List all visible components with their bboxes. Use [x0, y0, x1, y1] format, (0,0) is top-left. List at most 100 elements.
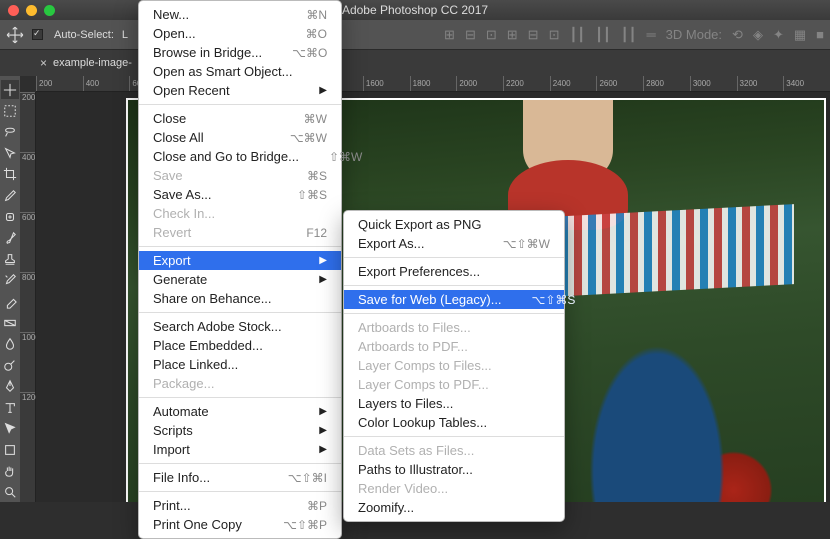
- pen-tool[interactable]: [1, 377, 19, 396]
- mode-3d-icon[interactable]: ◈: [753, 27, 763, 43]
- menu-separator: [344, 436, 564, 437]
- menu-item-label: Export: [153, 253, 191, 268]
- align-icon[interactable]: ⊡: [549, 27, 560, 43]
- menu-item-label: Paths to Illustrator...: [358, 462, 473, 477]
- ruler-tick: 3000: [690, 76, 737, 91]
- ruler-tick: 2200: [503, 76, 550, 91]
- ruler-tick: 2800: [643, 76, 690, 91]
- ruler-tick: 1600: [363, 76, 410, 91]
- menu-item[interactable]: Print One Copy ⌥⇧⌘P: [139, 515, 341, 534]
- menu-item[interactable]: Paths to Illustrator...: [344, 460, 564, 479]
- menu-item[interactable]: Place Linked...: [139, 355, 341, 374]
- menu-item[interactable]: Automate▶: [139, 402, 341, 421]
- distribute-icon[interactable]: ┃┃: [621, 27, 637, 43]
- path-select-tool[interactable]: [1, 419, 19, 438]
- mode-3d-icon[interactable]: ▦: [794, 27, 806, 43]
- menu-item[interactable]: Quick Export as PNG: [344, 215, 564, 234]
- zoom-tool[interactable]: [1, 483, 19, 502]
- marquee-tool[interactable]: [1, 101, 19, 120]
- align-icon[interactable]: ⊟: [528, 27, 539, 43]
- align-icon[interactable]: ⊟: [465, 27, 476, 43]
- menu-item[interactable]: Layers to Files...: [344, 394, 564, 413]
- lasso-tool[interactable]: [1, 122, 19, 141]
- menu-item[interactable]: Zoomify...: [344, 498, 564, 517]
- blur-tool[interactable]: [1, 334, 19, 353]
- move-tool[interactable]: [1, 80, 19, 99]
- zoom-window-button[interactable]: [44, 5, 55, 16]
- menu-item[interactable]: Close and Go to Bridge...⇧⌘W: [139, 147, 341, 166]
- history-brush-tool[interactable]: [1, 271, 19, 290]
- menu-shortcut: F12: [306, 226, 327, 240]
- menu-item[interactable]: Close⌘W: [139, 109, 341, 128]
- close-window-button[interactable]: [8, 5, 19, 16]
- distribute-icon[interactable]: ┃┃: [569, 27, 585, 43]
- menu-item-label: Zoomify...: [358, 500, 414, 515]
- menu-item[interactable]: Generate▶: [139, 270, 341, 289]
- minimize-window-button[interactable]: [26, 5, 37, 16]
- menu-item[interactable]: Place Embedded...: [139, 336, 341, 355]
- menu-item[interactable]: Close All⌥⌘W: [139, 128, 341, 147]
- brush-tool[interactable]: [1, 228, 19, 247]
- vertical-ruler: 20040060080010001200: [20, 92, 36, 502]
- menu-shortcut: ⌘W: [304, 112, 327, 126]
- menu-item[interactable]: Export As...⌥⇧⌘W: [344, 234, 564, 253]
- hand-tool[interactable]: [1, 462, 19, 481]
- ruler-tick: 2000: [456, 76, 503, 91]
- auto-select-checkbox[interactable]: [32, 29, 43, 40]
- align-icon[interactable]: ⊞: [444, 27, 455, 43]
- menu-item[interactable]: Export Preferences...: [344, 262, 564, 281]
- ruler-tick: 1000: [20, 332, 35, 392]
- menu-item[interactable]: New...⌘N: [139, 5, 341, 24]
- menu-item[interactable]: Browse in Bridge...⌥⌘O: [139, 43, 341, 62]
- mode-3d-icon[interactable]: ✦: [773, 27, 784, 43]
- dodge-tool[interactable]: [1, 356, 19, 375]
- ruler-tick: 400: [83, 76, 130, 91]
- window-titlebar: Adobe Photoshop CC 2017: [0, 0, 830, 20]
- menu-item[interactable]: Import▶: [139, 440, 341, 459]
- menu-item[interactable]: Save for Web (Legacy)...⌥⇧⌘S: [344, 290, 564, 309]
- type-tool[interactable]: [1, 398, 19, 417]
- menu-item-label: Print One Copy: [153, 517, 242, 532]
- menu-item[interactable]: Scripts▶: [139, 421, 341, 440]
- crop-tool[interactable]: [1, 165, 19, 184]
- shape-tool[interactable]: [1, 440, 19, 459]
- distribute-icon[interactable]: ═: [646, 27, 655, 42]
- eyedropper-tool[interactable]: [1, 186, 19, 205]
- distribute-icon[interactable]: ┃┃: [595, 27, 611, 43]
- menu-separator: [344, 285, 564, 286]
- menu-item[interactable]: Share on Behance...: [139, 289, 341, 308]
- menu-item-label: Scripts: [153, 423, 193, 438]
- export-submenu: Quick Export as PNGExport As...⌥⇧⌘W Expor…: [343, 210, 565, 522]
- mode-3d-icon[interactable]: ■: [816, 27, 824, 42]
- menu-separator: [139, 104, 341, 105]
- stamp-tool[interactable]: [1, 250, 19, 269]
- menu-item[interactable]: File Info...⌥⇧⌘I: [139, 468, 341, 487]
- healing-tool[interactable]: [1, 207, 19, 226]
- menu-item[interactable]: Open Recent▶: [139, 81, 341, 100]
- menu-item[interactable]: Export▶: [139, 251, 341, 270]
- eraser-tool[interactable]: [1, 292, 19, 311]
- tab-close-icon[interactable]: ×: [40, 56, 47, 70]
- menu-item[interactable]: Color Lookup Tables...: [344, 413, 564, 432]
- menu-item-label: New...: [153, 7, 189, 22]
- gradient-tool[interactable]: [1, 313, 19, 332]
- menu-item[interactable]: Save As...⇧⌘S: [139, 185, 341, 204]
- menu-shortcut: ⌥⇧⌘P: [283, 518, 327, 532]
- mode-3d-label: 3D Mode:: [666, 27, 722, 42]
- layer-dropdown-label[interactable]: L: [122, 29, 128, 41]
- menu-item-label: Data Sets as Files...: [358, 443, 474, 458]
- menu-separator: [139, 491, 341, 492]
- menu-item[interactable]: Print...⌘P: [139, 496, 341, 515]
- menu-item[interactable]: Open as Smart Object...: [139, 62, 341, 81]
- mode-3d-icon[interactable]: ⟲: [732, 27, 743, 43]
- menu-item[interactable]: Search Adobe Stock...: [139, 317, 341, 336]
- quick-select-tool[interactable]: [1, 144, 19, 163]
- menu-item-label: Open...: [153, 26, 196, 41]
- align-icon[interactable]: ⊞: [507, 27, 518, 43]
- ruler-tick: 1200: [20, 392, 35, 452]
- align-icon[interactable]: ⊡: [486, 27, 497, 43]
- menu-item[interactable]: Open...⌘O: [139, 24, 341, 43]
- menu-item-label: Artboards to PDF...: [358, 339, 468, 354]
- document-tab[interactable]: example-image-: [53, 57, 132, 69]
- menu-item: Data Sets as Files...: [344, 441, 564, 460]
